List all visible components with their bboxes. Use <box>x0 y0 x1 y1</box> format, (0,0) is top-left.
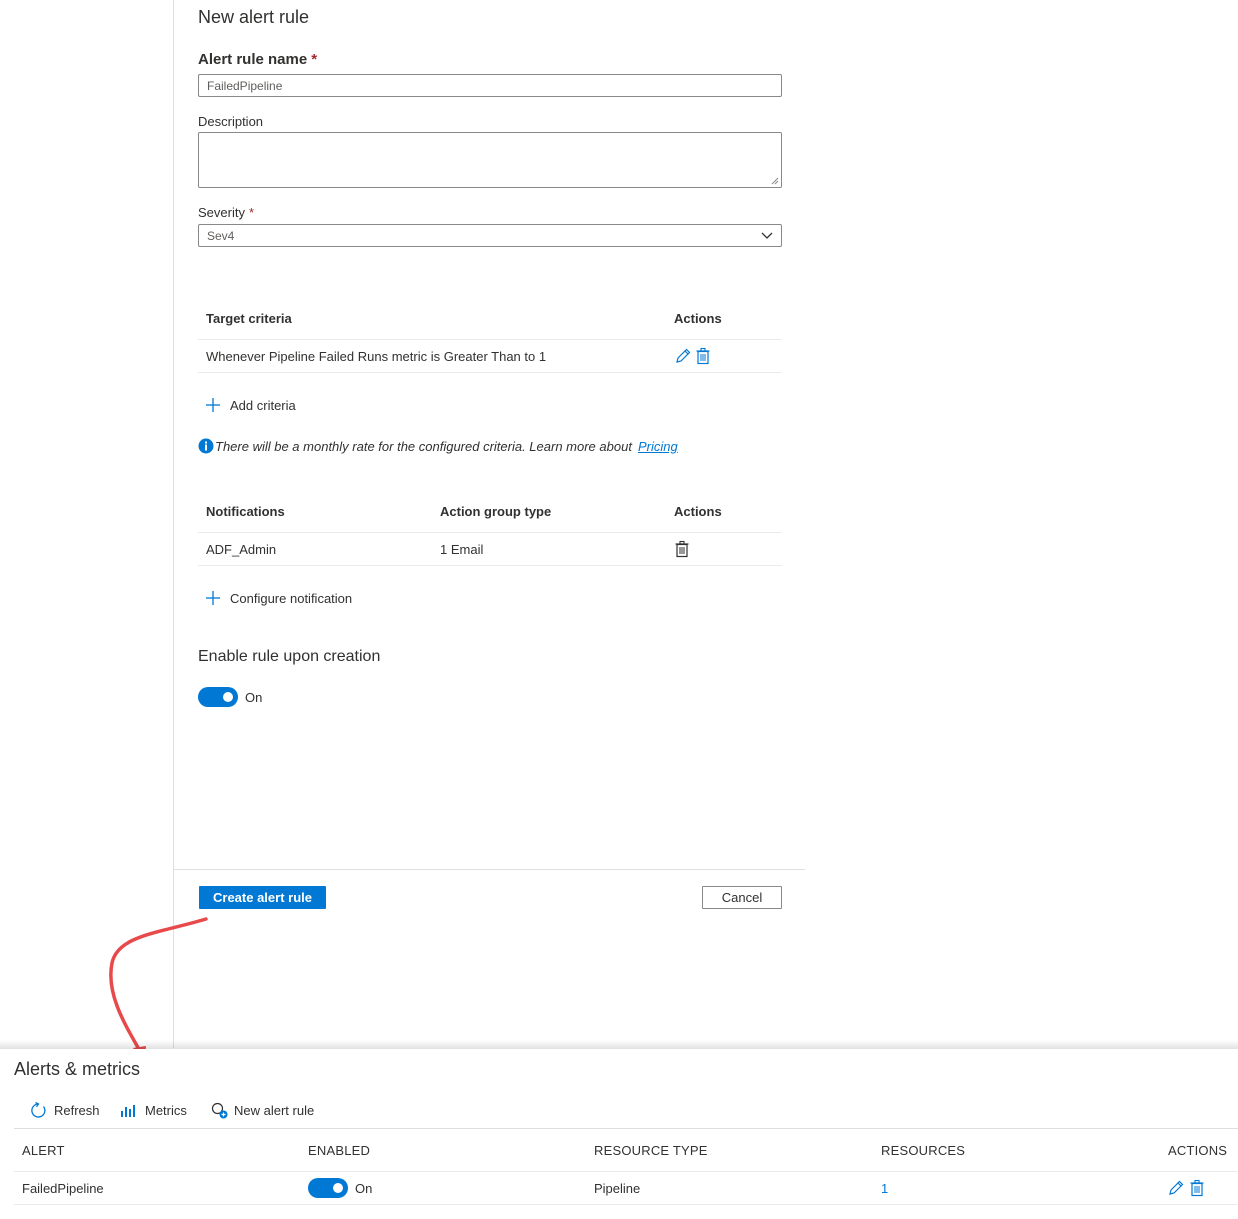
configure-notification-button[interactable]: Configure notification <box>205 590 352 606</box>
enable-rule-toggle[interactable] <box>198 687 238 707</box>
add-criteria-label: Add criteria <box>230 397 296 413</box>
alerts-header-resources: RESOURCES <box>881 1143 966 1158</box>
info-icon <box>198 438 214 454</box>
trash-icon[interactable] <box>1189 1179 1205 1197</box>
metrics-button[interactable]: Metrics <box>120 1102 187 1118</box>
alerts-header-resource-type: RESOURCE TYPE <box>594 1143 708 1158</box>
pencil-icon[interactable] <box>674 347 692 365</box>
criteria-header-divider <box>198 339 782 340</box>
criteria-header-target: Target criteria <box>206 311 292 326</box>
criteria-header-actions: Actions <box>674 311 722 326</box>
pencil-icon[interactable] <box>1167 1179 1185 1197</box>
notifications-header-divider <box>198 532 782 533</box>
notification-type: 1 Email <box>440 542 484 557</box>
plus-icon <box>206 591 220 605</box>
alerts-row-divider <box>14 1204 1238 1205</box>
configure-notification-label: Configure notification <box>230 590 353 606</box>
refresh-icon <box>31 1102 46 1118</box>
alert-resource-type: Pipeline <box>594 1181 641 1196</box>
rule-name-input[interactable]: FailedPipeline <box>198 74 782 97</box>
panel-footer-divider <box>173 869 805 870</box>
criteria-row-text: Whenever Pipeline Failed Runs metric is … <box>206 349 547 364</box>
info-message: There will be a monthly rate for the con… <box>198 438 678 454</box>
plus-icon <box>206 398 220 412</box>
rule-name-value: FailedPipeline <box>207 78 283 93</box>
alerts-header-actions: ACTIONS <box>1168 1143 1228 1158</box>
resize-grip-icon[interactable] <box>771 177 779 185</box>
notification-row-divider <box>198 565 782 566</box>
alert-enabled-toggle[interactable] <box>308 1178 348 1198</box>
description-textarea[interactable] <box>198 132 782 188</box>
severity-value: Sev4 <box>207 228 235 243</box>
metrics-label: Metrics <box>145 1102 187 1118</box>
toolbar-divider <box>14 1128 1238 1129</box>
cancel-button[interactable]: Cancel <box>702 886 782 909</box>
required-mark: * <box>311 51 318 68</box>
refresh-label: Refresh <box>54 1103 100 1118</box>
new-alert-icon <box>211 1102 228 1119</box>
criteria-row-divider <box>198 372 782 373</box>
enable-rule-toggle-state: On <box>245 690 263 705</box>
metrics-icon <box>121 1105 135 1117</box>
notification-name: ADF_Admin <box>206 542 277 557</box>
rule-name-label-text: Alert rule name <box>198 51 308 68</box>
info-text: There will be a monthly rate for the con… <box>215 438 632 454</box>
alert-name[interactable]: FailedPipeline <box>22 1181 104 1196</box>
trash-icon[interactable] <box>695 347 711 365</box>
trash-icon[interactable] <box>674 540 690 558</box>
severity-label: Severity * <box>198 205 254 220</box>
new-alert-rule-button[interactable]: New alert rule <box>211 1102 314 1119</box>
severity-label-text: Severity <box>198 205 245 220</box>
alerts-metrics-title: Alerts & metrics <box>14 1059 141 1079</box>
enable-rule-label: Enable rule upon creation <box>198 648 381 665</box>
required-mark: * <box>248 205 255 220</box>
alerts-header-enabled: ENABLED <box>308 1143 371 1158</box>
panel-title: New alert rule <box>198 7 310 27</box>
refresh-button[interactable]: Refresh <box>30 1102 100 1119</box>
alerts-header-divider <box>14 1171 1238 1172</box>
notifications-header-actions: Actions <box>674 504 722 519</box>
pricing-link[interactable]: Pricing <box>638 439 678 454</box>
chevron-down-icon <box>761 232 773 239</box>
notifications-header-name: Notifications <box>206 504 285 519</box>
notifications-header-type: Action group type <box>440 504 552 519</box>
new-alert-rule-label: New alert rule <box>234 1103 315 1118</box>
add-criteria-button[interactable]: Add criteria <box>205 397 296 413</box>
description-label: Description <box>198 114 264 129</box>
severity-dropdown[interactable]: Sev4 <box>198 224 782 247</box>
toggle-knob <box>223 692 233 702</box>
rule-name-label: Alert rule name * <box>198 51 317 68</box>
toggle-knob <box>333 1183 343 1193</box>
alerts-header-alert: ALERT <box>22 1143 65 1158</box>
alert-resources-link[interactable]: 1 <box>881 1181 888 1196</box>
alert-enabled-state: On <box>355 1181 373 1196</box>
